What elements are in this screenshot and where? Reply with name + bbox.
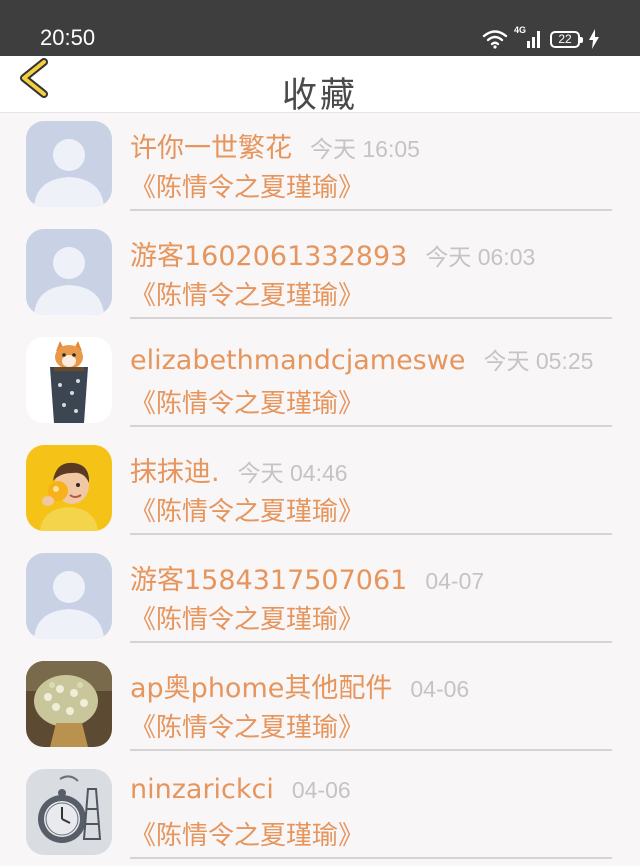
default-avatar-icon (26, 121, 112, 207)
user-name[interactable]: 抹抹迪. (130, 450, 220, 489)
list-item-body: 游客1602061332893 今天 06:03 《陈情令之夏瑾瑜》 (130, 234, 612, 319)
book-title[interactable]: 《陈情令之夏瑾瑜》 (130, 599, 612, 636)
user-name[interactable]: 许你一世繁花 (130, 126, 292, 165)
list-item-body: elizabethmandcjameswe 今天 05:25 《陈情令之夏瑾瑜》 (130, 342, 612, 427)
list-item[interactable]: ninzarickci 04-06 《陈情令之夏瑾瑜》 (0, 762, 640, 866)
default-avatar-icon (26, 229, 112, 315)
network-type-label: 4G (514, 25, 527, 35)
status-bar: 20:50 4G 22 (0, 0, 640, 56)
item-time: 今天 06:03 (425, 244, 536, 270)
list-item-body: 抹抹迪. 今天 04:46 《陈情令之夏瑾瑜》 (130, 450, 612, 535)
item-time: 今天 04:46 (237, 460, 348, 486)
default-avatar-icon (26, 553, 112, 639)
status-icons: 4G 22 (482, 25, 600, 51)
user-name[interactable]: ap奥phome其他配件 (130, 666, 392, 705)
charging-bolt-icon (588, 29, 600, 49)
list-item-body: 许你一世繁花 今天 16:05 《陈情令之夏瑾瑜》 (130, 126, 612, 211)
user-name[interactable]: 游客1584317507061 (130, 558, 407, 597)
avatar[interactable] (26, 553, 112, 639)
list-item[interactable]: 游客1602061332893 今天 06:03 《陈情令之夏瑾瑜》 (0, 222, 640, 330)
list-item-body: ninzarickci 04-06 《陈情令之夏瑾瑜》 (130, 774, 612, 859)
item-time: 04-06 (291, 777, 351, 803)
item-time: 04-06 (410, 676, 470, 702)
favorites-list: 许你一世繁花 今天 16:05 《陈情令之夏瑾瑜》 游客160206133289… (0, 114, 640, 866)
signal-icon: 4G (514, 25, 542, 50)
book-title[interactable]: 《陈情令之夏瑾瑜》 (130, 707, 612, 744)
list-item[interactable]: 许你一世繁花 今天 16:05 《陈情令之夏瑾瑜》 (0, 114, 640, 222)
item-time: 今天 16:05 (310, 136, 420, 162)
item-time: 今天 05:25 (483, 348, 594, 374)
avatar[interactable] (26, 337, 112, 423)
user-name[interactable]: ninzarickci (130, 774, 274, 805)
list-item[interactable]: 抹抹迪. 今天 04:46 《陈情令之夏瑾瑜》 (0, 438, 640, 546)
status-time: 20:50 (40, 25, 96, 50)
book-title[interactable]: 《陈情令之夏瑾瑜》 (130, 383, 612, 420)
list-item-body: 游客1584317507061 04-07 《陈情令之夏瑾瑜》 (130, 558, 612, 643)
book-title[interactable]: 《陈情令之夏瑾瑜》 (130, 815, 612, 852)
list-item[interactable]: 游客1584317507061 04-07 《陈情令之夏瑾瑜》 (0, 546, 640, 654)
child-photo-icon (26, 445, 112, 531)
list-item-body: ap奥phome其他配件 04-06 《陈情令之夏瑾瑜》 (130, 666, 612, 751)
book-title[interactable]: 《陈情令之夏瑾瑜》 (130, 491, 612, 528)
cat-photo-icon (26, 337, 112, 423)
avatar[interactable] (26, 661, 112, 747)
avatar[interactable] (26, 445, 112, 531)
book-title[interactable]: 《陈情令之夏瑾瑜》 (130, 275, 612, 312)
user-name[interactable]: 游客1602061332893 (130, 234, 407, 273)
avatar[interactable] (26, 229, 112, 315)
list-item[interactable]: elizabethmandcjameswe 今天 05:25 《陈情令之夏瑾瑜》 (0, 330, 640, 438)
avatar[interactable] (26, 769, 112, 855)
book-title[interactable]: 《陈情令之夏瑾瑜》 (130, 167, 612, 204)
avatar[interactable] (26, 121, 112, 207)
user-name[interactable]: elizabethmandcjameswe (130, 345, 465, 376)
page-title: 收藏 (281, 76, 358, 116)
wifi-icon (482, 29, 508, 49)
flowers-photo-icon (26, 661, 112, 747)
item-time: 04-07 (425, 568, 485, 594)
pocket-watch-photo-icon (26, 769, 112, 855)
list-item[interactable]: ap奥phome其他配件 04-06 《陈情令之夏瑾瑜》 (0, 654, 640, 762)
navigation-bar: 收藏 (0, 56, 640, 116)
battery-icon: 22 (550, 30, 583, 48)
